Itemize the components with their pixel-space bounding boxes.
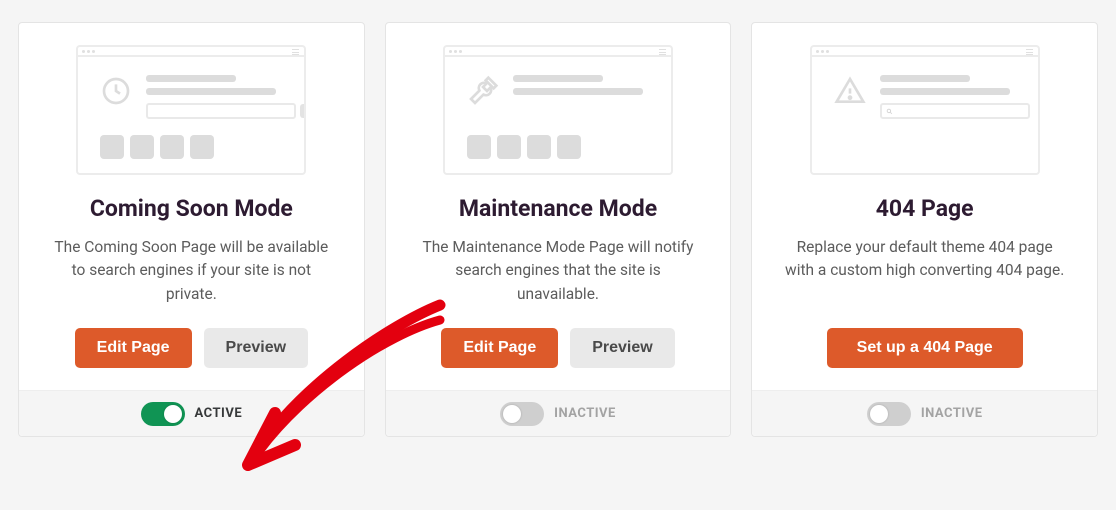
card-description: The Coming Soon Page will be available t… <box>39 236 344 308</box>
active-toggle[interactable] <box>141 402 185 426</box>
card-description: The Maintenance Mode Page will notify se… <box>406 236 711 308</box>
clock-icon <box>100 75 132 107</box>
card-description: Replace your default theme 404 page with… <box>772 236 1077 308</box>
preview-button[interactable]: Preview <box>204 328 308 368</box>
maintenance-illustration <box>443 45 673 175</box>
warning-icon <box>834 75 866 107</box>
card-footer: INACTIVE <box>752 390 1097 436</box>
coming-soon-card: Coming Soon Mode The Coming Soon Page wi… <box>18 22 365 437</box>
button-row: Edit Page Preview <box>441 328 674 368</box>
404-illustration <box>810 45 1040 175</box>
toggle-status-label: INACTIVE <box>921 406 983 421</box>
toggle-status-label: ACTIVE <box>195 406 243 421</box>
preview-button[interactable]: Preview <box>570 328 674 368</box>
active-toggle[interactable] <box>500 402 544 426</box>
card-footer: ACTIVE <box>19 390 364 436</box>
card-title: Maintenance Mode <box>459 195 657 222</box>
card-title: 404 Page <box>876 195 974 222</box>
card-title: Coming Soon Mode <box>90 195 293 222</box>
button-row: Edit Page Preview <box>75 328 308 368</box>
404-page-card: 404 Page Replace your default theme 404 … <box>751 22 1098 437</box>
card-footer: INACTIVE <box>386 390 731 436</box>
setup-404-button[interactable]: Set up a 404 Page <box>827 328 1023 368</box>
edit-page-button[interactable]: Edit Page <box>441 328 558 368</box>
tools-icon <box>467 75 499 107</box>
active-toggle[interactable] <box>867 402 911 426</box>
maintenance-mode-card: Maintenance Mode The Maintenance Mode Pa… <box>385 22 732 437</box>
toggle-status-label: INACTIVE <box>554 406 616 421</box>
edit-page-button[interactable]: Edit Page <box>75 328 192 368</box>
button-row: Set up a 404 Page <box>827 328 1023 368</box>
mode-cards-row: Coming Soon Mode The Coming Soon Page wi… <box>18 22 1098 437</box>
coming-soon-illustration <box>76 45 306 175</box>
